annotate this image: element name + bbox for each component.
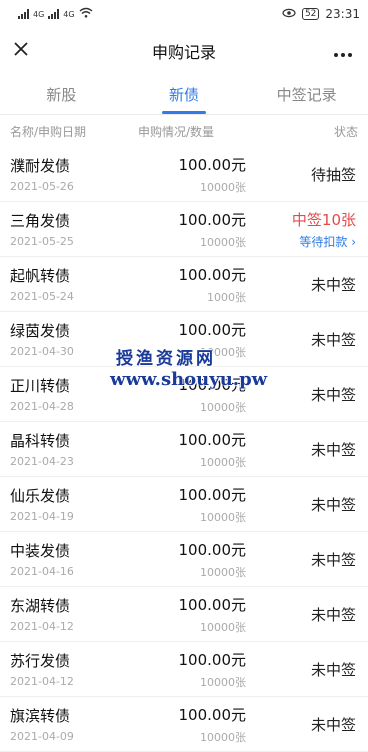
status-text: 未中签 xyxy=(310,715,356,734)
table-row[interactable]: 仙乐发债 2021-04-19 100.00元 10000张 未中签 xyxy=(0,477,368,532)
table-row[interactable]: 苏行发债 2021-04-12 100.00元 10000张 未中签 xyxy=(0,642,368,697)
bond-name: 三角发债 xyxy=(10,212,71,230)
bond-name: 东湖转债 xyxy=(10,597,71,615)
eye-icon xyxy=(282,7,296,21)
signal-icon xyxy=(48,9,60,19)
bond-name: 仙乐发债 xyxy=(10,487,71,505)
apply-amount: 100.00元 xyxy=(178,430,247,449)
apply-date: 2021-05-26 xyxy=(10,180,74,193)
apply-date: 2021-04-12 xyxy=(10,620,74,633)
apply-date: 2021-04-23 xyxy=(10,455,74,468)
status-bar: 4G 4G 52 23:31 xyxy=(0,0,368,28)
tab-winning-records[interactable]: 中签记录 xyxy=(245,74,368,114)
table-row[interactable]: 中装发债 2021-04-16 100.00元 10000张 未中签 xyxy=(0,532,368,587)
status-text: 中签10张 xyxy=(291,210,356,229)
table-row[interactable]: 起帆转债 2021-05-24 100.00元 1000张 未中签 xyxy=(0,257,368,312)
apply-amount: 100.00元 xyxy=(178,210,247,229)
apply-count: 10000张 xyxy=(200,180,246,194)
apply-date: 2021-04-30 xyxy=(10,345,74,358)
table-row[interactable]: 绿茵发债 2021-04-30 100.00元 10000张 未中签 xyxy=(0,312,368,367)
bond-name: 濮耐发债 xyxy=(10,157,71,175)
apply-count: 10000张 xyxy=(200,730,246,744)
clock: 23:31 xyxy=(325,7,360,21)
status-text: 待抽签 xyxy=(310,165,356,184)
apply-date: 2021-04-16 xyxy=(10,565,74,578)
battery-icon: 52 xyxy=(301,8,320,20)
apply-amount: 100.00元 xyxy=(178,155,247,174)
apply-count: 10000张 xyxy=(200,620,246,634)
table-row[interactable]: 三角发债 2021-05-25 100.00元 10000张 中签10张等待扣款 › xyxy=(0,202,368,257)
table-row[interactable]: 旗滨转债 2021-04-09 100.00元 10000张 未中签 xyxy=(0,697,368,752)
table-row[interactable]: 濮耐发债 2021-05-26 100.00元 10000张 待抽签 xyxy=(0,147,368,202)
status-text: 未中签 xyxy=(310,660,356,679)
status-text: 未中签 xyxy=(310,275,356,294)
more-icon xyxy=(333,41,353,61)
apply-date: 2021-04-09 xyxy=(10,730,74,743)
signal-icon xyxy=(18,9,29,19)
column-status-qty: 申购情况/数量 xyxy=(138,124,215,139)
apply-amount: 100.00元 xyxy=(178,265,247,284)
apply-count: 10000张 xyxy=(200,455,246,469)
tab-ipo[interactable]: 新股 xyxy=(0,74,123,114)
status-text: 未中签 xyxy=(310,330,356,349)
apply-amount: 100.00元 xyxy=(178,705,247,724)
apply-date: 2021-04-12 xyxy=(10,675,74,688)
apply-amount: 100.00元 xyxy=(178,595,247,614)
bond-name: 绿茵发债 xyxy=(10,322,71,340)
network-tag: 4G xyxy=(33,9,45,19)
nav-bar: 申购记录 xyxy=(0,28,368,74)
close-icon xyxy=(13,41,29,61)
apply-count: 1000张 xyxy=(207,290,246,304)
status-text: 未中签 xyxy=(310,550,356,569)
bond-name: 中装发债 xyxy=(10,542,71,560)
status-text: 未中签 xyxy=(310,605,356,624)
bond-name: 旗滨转债 xyxy=(10,707,71,725)
status-text: 未中签 xyxy=(310,495,356,514)
status-right: 52 23:31 xyxy=(282,7,360,21)
apply-amount: 100.00元 xyxy=(178,320,247,339)
payment-pending-link[interactable]: 等待扣款 › xyxy=(299,233,356,250)
wifi-icon xyxy=(79,7,93,21)
status-left: 4G 4G xyxy=(18,7,93,21)
apply-date: 2021-05-25 xyxy=(10,235,74,248)
bond-name: 晶科转债 xyxy=(10,432,71,450)
bond-name: 正川转债 xyxy=(10,377,71,395)
network-tag: 4G xyxy=(63,9,75,19)
bond-name: 苏行发债 xyxy=(10,652,71,670)
table-row[interactable]: 东湖转债 2021-04-12 100.00元 10000张 未中签 xyxy=(0,587,368,642)
status-text: 未中签 xyxy=(310,385,356,404)
apply-date: 2021-04-19 xyxy=(10,510,74,523)
table-row[interactable]: 晶科转债 2021-04-23 100.00元 10000张 未中签 xyxy=(0,422,368,477)
apply-date: 2021-05-24 xyxy=(10,290,74,303)
apply-amount: 100.00元 xyxy=(178,375,247,394)
apply-count: 10000张 xyxy=(200,675,246,689)
apply-count: 10000张 xyxy=(200,400,246,414)
apply-count: 10000张 xyxy=(200,235,246,249)
column-header: 名称/申购日期 申购情况/数量 状态 xyxy=(0,115,368,147)
column-state: 状态 xyxy=(333,124,358,139)
record-list: 濮耐发债 2021-05-26 100.00元 10000张 待抽签 三角发债 202… xyxy=(0,147,368,752)
apply-count: 10000张 xyxy=(200,345,246,359)
apply-count: 10000张 xyxy=(200,565,246,579)
bond-name: 起帆转债 xyxy=(10,267,71,285)
page-title: 申购记录 xyxy=(151,43,216,62)
tab-bonds[interactable]: 新债 xyxy=(123,74,246,114)
apply-amount: 100.00元 xyxy=(178,485,247,504)
apply-date: 2021-04-28 xyxy=(10,400,74,413)
apply-count: 10000张 xyxy=(200,510,246,524)
table-row[interactable]: 正川转债 2021-04-28 100.00元 10000张 未中签 xyxy=(0,367,368,422)
column-name-date: 名称/申购日期 xyxy=(10,124,87,139)
close-button[interactable] xyxy=(8,38,34,64)
more-button[interactable] xyxy=(330,38,356,64)
tab-bar: 新股 新债 中签记录 xyxy=(0,74,368,115)
apply-amount: 100.00元 xyxy=(178,650,247,669)
apply-amount: 100.00元 xyxy=(178,540,247,559)
status-text: 未中签 xyxy=(310,440,356,459)
